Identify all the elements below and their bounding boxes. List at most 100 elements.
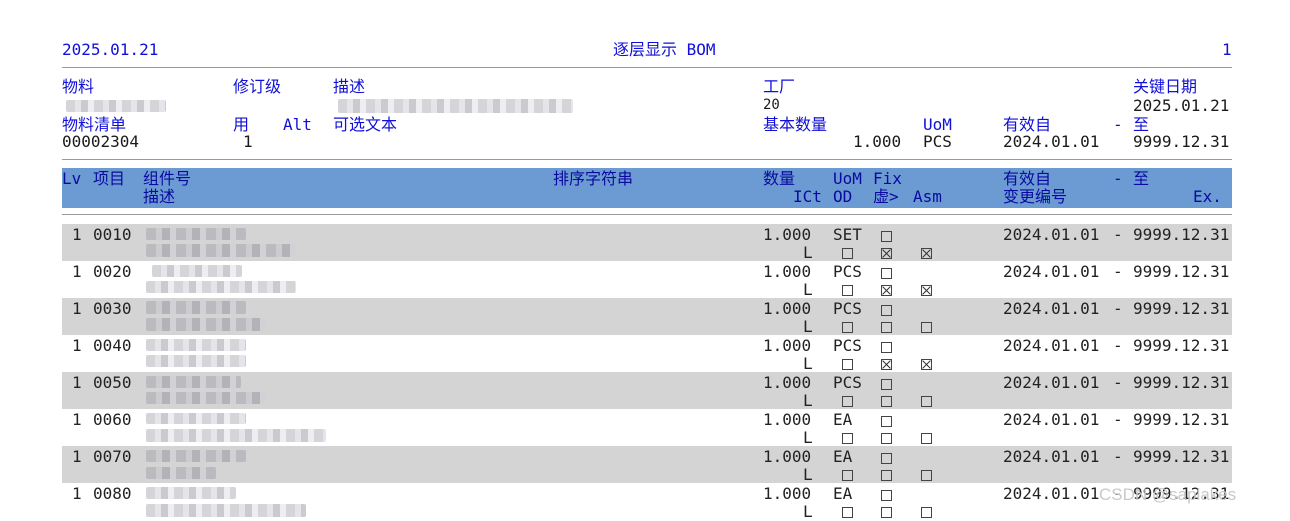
col-ex: Ex. (1193, 187, 1222, 206)
component-redacted (146, 450, 246, 462)
od-checkbox[interactable] (842, 507, 853, 518)
fix-checkbox[interactable] (881, 342, 892, 353)
row-uom: PCS (833, 373, 862, 392)
phantom-checkbox[interactable] (881, 285, 892, 296)
fix-checkbox[interactable] (881, 490, 892, 501)
fix-checkbox[interactable] (881, 305, 892, 316)
col-fix: Fix (873, 169, 902, 188)
row-valid-from: 2024.01.01 (1003, 373, 1100, 392)
phantom-checkbox[interactable] (881, 322, 892, 333)
asm-checkbox[interactable] (921, 285, 932, 296)
asm-checkbox[interactable] (921, 470, 932, 481)
row-quantity: 1.000 (763, 336, 812, 355)
description-label: 描述 (333, 77, 366, 96)
od-checkbox[interactable] (842, 433, 853, 444)
asm-checkbox[interactable] (921, 359, 932, 370)
row-level: 1 (72, 225, 82, 244)
alt-text-label: 可选文本 (333, 115, 398, 134)
row-uom: PCS (833, 299, 862, 318)
od-checkbox[interactable] (842, 322, 853, 333)
row-valid-from: 2024.01.01 (1003, 336, 1100, 355)
row-dash: - (1113, 299, 1123, 318)
description-value-redacted (338, 99, 573, 113)
column-header: Lv 项目 组件号 描述 排序字符串 数量 ICt UoM OD Fix 虚> … (62, 168, 1232, 208)
od-checkbox[interactable] (842, 396, 853, 407)
asm-checkbox[interactable] (921, 396, 932, 407)
uom-value: PCS (923, 132, 952, 151)
phantom-checkbox[interactable] (881, 359, 892, 370)
row-item-category: L (803, 354, 813, 373)
divider (62, 159, 1232, 160)
bom-item-row[interactable]: 1 0060 1.000 L EA 2024.01.01-9999.12.31 (62, 409, 1232, 447)
od-checkbox[interactable] (842, 285, 853, 296)
bom-item-row[interactable]: 1 0020 1.000 L PCS 2024.01.01-9999.12.31 (62, 261, 1232, 299)
fix-checkbox[interactable] (881, 231, 892, 242)
row-uom: PCS (833, 262, 862, 281)
row-level: 1 (72, 262, 82, 281)
row-valid-to: 9999.12.31 (1133, 373, 1230, 392)
row-item-category: L (803, 280, 813, 299)
row-quantity: 1.000 (763, 299, 812, 318)
asm-checkbox[interactable] (921, 433, 932, 444)
row-quantity: 1.000 (763, 225, 812, 244)
row-uom: EA (833, 484, 853, 503)
col-asm: Asm (913, 187, 942, 206)
bom-item-row[interactable]: 1 0030 1.000 L PCS 2024.01.01-9999.12.31 (62, 298, 1232, 336)
row-valid-to: 9999.12.31 (1133, 262, 1230, 281)
phantom-checkbox[interactable] (881, 248, 892, 259)
valid-to-value: 9999.12.31 (1133, 132, 1230, 151)
col-phantom: 虚> (873, 187, 899, 206)
bom-item-row[interactable]: 1 0080 1.000 L EA 2024.01.01-9999.12.31 (62, 483, 1232, 521)
asm-checkbox[interactable] (921, 322, 932, 333)
col-description: 描述 (143, 187, 176, 206)
fix-checkbox[interactable] (881, 453, 892, 464)
od-checkbox[interactable] (842, 470, 853, 481)
row-dash: - (1113, 262, 1123, 281)
row-valid-to: 9999.12.31 (1133, 225, 1230, 244)
row-valid-from: 2024.01.01 (1003, 410, 1100, 429)
bom-item-row[interactable]: 1 0050 1.000 L PCS 2024.01.01-9999.12.31 (62, 372, 1232, 410)
component-redacted (146, 318, 266, 331)
row-dash: - (1113, 336, 1123, 355)
row-dash: - (1113, 373, 1123, 392)
asm-checkbox[interactable] (921, 248, 932, 259)
col-qty: 数量 (763, 169, 796, 188)
component-redacted (146, 339, 246, 351)
row-valid-to: 9999.12.31 (1133, 447, 1230, 466)
col-uom: UoM (833, 169, 862, 188)
component-redacted (146, 392, 266, 404)
col-to: 至 (1133, 169, 1150, 188)
component-redacted (146, 355, 246, 367)
fix-checkbox[interactable] (881, 416, 892, 427)
bom-item-row[interactable]: 1 0070 1.000 L EA 2024.01.01-9999.12.31 (62, 446, 1232, 484)
row-quantity: 1.000 (763, 447, 812, 466)
col-od: OD (833, 187, 853, 206)
phantom-checkbox[interactable] (881, 507, 892, 518)
phantom-checkbox[interactable] (881, 470, 892, 481)
row-quantity: 1.000 (763, 373, 812, 392)
component-redacted (146, 487, 236, 499)
asm-checkbox[interactable] (921, 507, 932, 518)
bom-item-row[interactable]: 1 0010 1.000 L SET 2024.01.01-9999.12.31 (62, 224, 1232, 262)
phantom-checkbox[interactable] (881, 396, 892, 407)
bom-value: 00002304 (62, 132, 140, 151)
row-item-category: L (803, 428, 813, 447)
fix-checkbox[interactable] (881, 379, 892, 390)
row-quantity: 1.000 (763, 262, 812, 281)
od-checkbox[interactable] (842, 359, 853, 370)
fix-checkbox[interactable] (881, 268, 892, 279)
col-lv: Lv (62, 169, 82, 188)
key-date-value: 2025.01.21 (1133, 96, 1230, 115)
phantom-checkbox[interactable] (881, 433, 892, 444)
row-quantity: 1.000 (763, 484, 812, 503)
bom-item-row[interactable]: 1 0040 1.000 L PCS 2024.01.01-9999.12.31 (62, 335, 1232, 373)
row-item-category: L (803, 391, 813, 410)
row-item-number: 0010 (93, 225, 132, 244)
od-checkbox[interactable] (842, 248, 853, 259)
col-valid-from: 有效自 (1003, 169, 1052, 188)
key-date-label: 关键日期 (1133, 77, 1198, 96)
row-item-number: 0060 (93, 410, 132, 429)
material-label: 物料 (62, 77, 95, 96)
col-item: 项目 (93, 169, 126, 188)
col-sort-string: 排序字符串 (553, 169, 634, 188)
